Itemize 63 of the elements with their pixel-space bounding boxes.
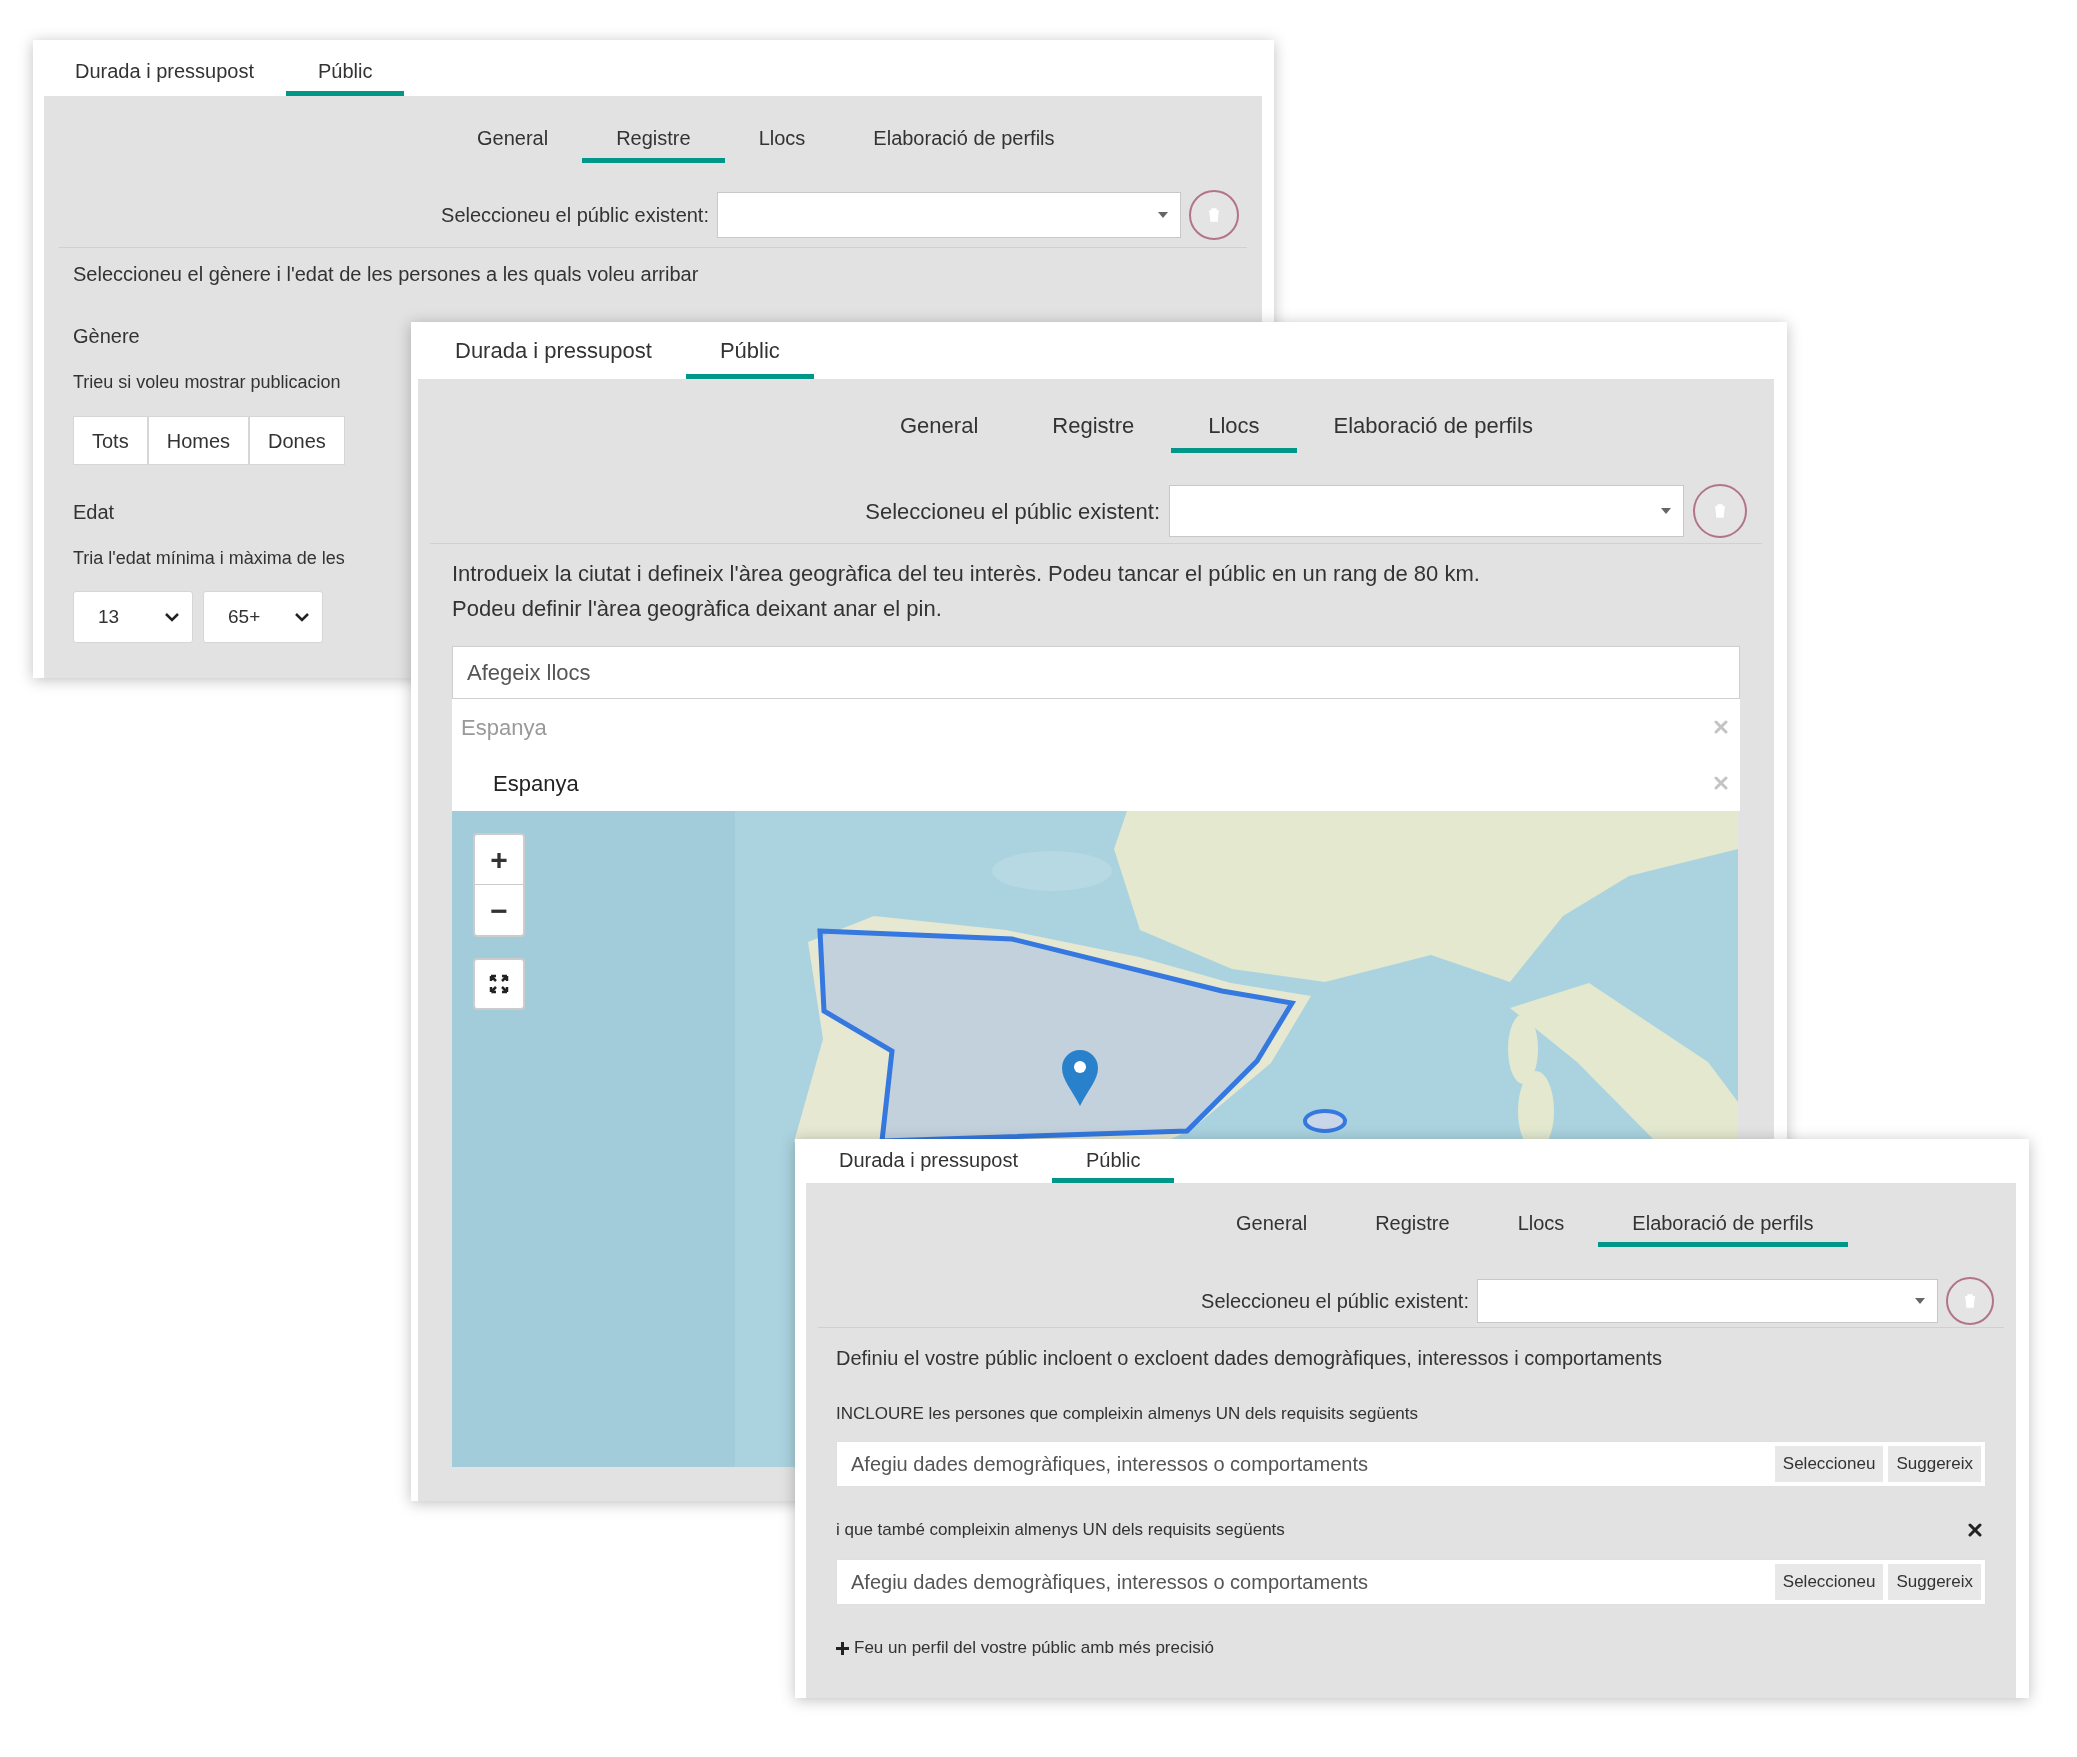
fullscreen-icon xyxy=(489,974,509,994)
select-label: Seleccioneu el públic existent: xyxy=(865,497,1160,526)
criteria-field[interactable]: Afegiu dades demogràfiques, interessos o comportaments Seleccioneu Suggereix xyxy=(836,1441,1986,1487)
select-label: Seleccioneu el públic existent: xyxy=(441,203,709,228)
gender-hint: Trieu si voleu mostrar publicacion xyxy=(73,371,341,394)
sub-tab[interactable]: Registre xyxy=(582,118,725,163)
chevron-icon xyxy=(294,612,310,622)
trash-icon xyxy=(1964,1294,1976,1308)
delete-button[interactable] xyxy=(1693,484,1747,538)
description-text: Definiu el vostre públic incloent o excloent dades demogràfiques, interessos i comportaments xyxy=(836,1346,1663,1371)
age-value: 13 xyxy=(98,604,120,629)
sub-tab[interactable]: Elaboració de perfils xyxy=(1598,1203,1848,1247)
description-text: Introdueix la ciutat i defineix l'àrea geogràfica del teu interès. Podeu tancar el públic en un rang de 80 km. Podeu definir l'àrea geogràfica deixant anar el pin. xyxy=(452,560,1481,623)
tab[interactable]: Durada i pressupost xyxy=(43,50,286,96)
caret-icon xyxy=(1158,212,1168,218)
field-button[interactable]: Suggereix xyxy=(1888,1446,1981,1482)
age-select[interactable]: 13 xyxy=(73,591,193,643)
criteria-field[interactable]: Afegiu dades demogràfiques, interessos o comportaments Seleccioneu Suggereix xyxy=(836,1559,1986,1605)
tab[interactable]: Durada i pressupost xyxy=(805,1141,1052,1183)
sub-tab[interactable]: Elaboració de perfils xyxy=(839,118,1089,163)
sub-tab[interactable]: General xyxy=(863,403,1016,453)
delete-button[interactable] xyxy=(1946,1277,1994,1325)
sub-tab[interactable]: General xyxy=(1202,1203,1342,1247)
caret-icon xyxy=(1661,508,1671,514)
chevron-icon xyxy=(164,612,180,622)
plus-icon xyxy=(836,1641,849,1655)
gender-option[interactable]: Tots xyxy=(73,416,148,465)
age-hint: Tria l'edat mínima i màxima de les xyxy=(73,547,345,570)
description-text: Seleccioneu el gènere i l'edat de les persones a les quals voleu arribar xyxy=(73,262,699,287)
tab[interactable]: Durada i pressupost xyxy=(421,327,686,379)
zoom-in-button[interactable]: + xyxy=(475,835,523,885)
remove-icon[interactable] xyxy=(1968,1523,1982,1537)
places-field[interactable]: Afegeix llocs xyxy=(452,646,1740,699)
fullscreen-button[interactable] xyxy=(473,958,525,1010)
age-value: 65+ xyxy=(228,604,261,629)
zoom-out-button[interactable]: − xyxy=(475,885,523,935)
caret-icon xyxy=(1915,1298,1925,1304)
field-button[interactable]: Seleccioneu xyxy=(1774,1446,1884,1482)
gender-label: Gènere xyxy=(73,324,140,349)
group-label: i que també compleixin almenys UN dels requisits següents xyxy=(836,1519,1285,1541)
add-profile-link[interactable]: Feu un perfil del vostre públic amb més precisió xyxy=(836,1636,1986,1660)
age-select[interactable]: 65+ xyxy=(203,591,323,643)
delete-button[interactable] xyxy=(1189,190,1239,240)
sub-tab[interactable]: Llocs xyxy=(724,118,840,163)
place-item[interactable]: Espanya xyxy=(452,766,579,800)
field-placeholder: Afegiu dades demogràfiques, interessos o comportaments xyxy=(851,1452,1369,1477)
sub-tab[interactable]: Registre xyxy=(1015,403,1172,453)
age-label: Edat xyxy=(73,500,115,525)
field-button[interactable]: Seleccioneu xyxy=(1774,1564,1884,1600)
field-button[interactable]: Suggereix xyxy=(1888,1564,1981,1600)
sub-tab[interactable]: Elaboració de perfils xyxy=(1296,403,1570,453)
group-label: INCLOURE les persones que compleixin almenys UN dels requisits següents xyxy=(836,1403,1419,1425)
gender-option[interactable]: Homes xyxy=(147,416,250,465)
sub-tab[interactable]: General xyxy=(443,118,583,163)
field-placeholder: Afegiu dades demogràfiques, interessos o comportaments xyxy=(851,1570,1369,1595)
select-label: Seleccioneu el públic existent: xyxy=(1201,1289,1469,1314)
trash-icon xyxy=(1208,208,1220,222)
map-pin-icon xyxy=(1060,1048,1100,1108)
sub-tab[interactable]: Llocs xyxy=(1483,1203,1599,1247)
gender-option[interactable]: Dones xyxy=(249,416,345,465)
trash-icon xyxy=(1714,504,1726,518)
sub-tab[interactable]: Llocs xyxy=(1171,403,1297,453)
sub-tab[interactable]: Registre xyxy=(1341,1203,1484,1247)
